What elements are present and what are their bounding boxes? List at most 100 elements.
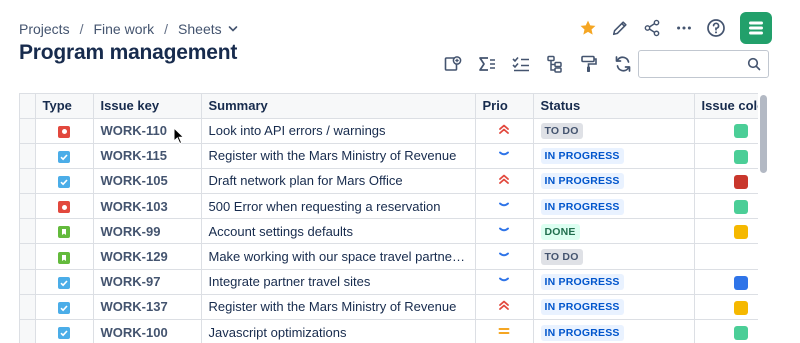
column-header-summary[interactable]: Summary xyxy=(201,94,476,119)
table-row[interactable]: WORK-105 Draft network plan for Mars Offi… xyxy=(20,168,769,195)
priority-low-icon xyxy=(497,249,511,264)
table-row[interactable]: WORK-115 Register with the Mars Ministry … xyxy=(20,143,769,169)
status-badge: IN PROGRESS xyxy=(540,324,624,341)
type-cell[interactable] xyxy=(35,168,94,195)
priority-cell[interactable] xyxy=(475,118,534,144)
row-handle[interactable] xyxy=(20,218,36,245)
issue-key-cell[interactable]: WORK-103 xyxy=(93,193,202,220)
status-cell[interactable]: TO DO xyxy=(533,243,695,270)
color-swatch xyxy=(733,325,748,340)
status-badge: IN PROGRESS xyxy=(540,173,624,190)
row-handle[interactable] xyxy=(20,294,36,321)
row-handle[interactable] xyxy=(20,193,36,220)
table-row[interactable]: WORK-99 Account settings defaults DONE xyxy=(20,218,769,245)
issue-key-cell[interactable]: WORK-137 xyxy=(93,294,202,321)
priority-cell[interactable] xyxy=(475,143,534,169)
summary-cell[interactable]: 500 Error when requesting a reservation xyxy=(201,193,476,220)
priority-cell[interactable] xyxy=(475,168,534,195)
type-cell[interactable] xyxy=(35,118,94,144)
column-header-prio[interactable]: Prio xyxy=(475,94,534,119)
table-row[interactable]: WORK-97 Integrate partner travel sites IN … xyxy=(20,269,769,295)
table-row[interactable]: WORK-110 Look into API errors / warnings T… xyxy=(20,118,769,144)
checklist-icon[interactable] xyxy=(504,50,538,78)
status-cell[interactable]: DONE xyxy=(533,218,695,245)
breadcrumb: Projects / Fine work / Sheets xyxy=(19,19,238,39)
priority-medium-icon xyxy=(497,325,511,340)
share-icon[interactable] xyxy=(636,12,668,44)
type-cell[interactable] xyxy=(35,143,94,169)
priority-low-icon xyxy=(497,224,511,239)
color-swatch xyxy=(733,275,748,290)
summary-cell[interactable]: Register with the Mars Ministry of Reven… xyxy=(201,143,476,169)
type-cell[interactable] xyxy=(35,193,94,220)
type-cell[interactable] xyxy=(35,269,94,295)
refresh-icon[interactable] xyxy=(606,50,640,78)
summary-cell[interactable]: Draft network plan for Mars Office xyxy=(201,168,476,195)
search-input[interactable] xyxy=(638,50,769,78)
status-cell[interactable]: IN PROGRESS xyxy=(533,143,695,169)
summary-cell[interactable]: Account settings defaults xyxy=(201,218,476,245)
priority-cell[interactable] xyxy=(475,294,534,321)
status-cell[interactable]: TO DO xyxy=(533,118,695,144)
issue-key-cell[interactable]: WORK-97 xyxy=(93,269,202,295)
priority-low-icon xyxy=(497,199,511,214)
breadcrumb-sheets[interactable]: Sheets xyxy=(178,21,222,37)
help-icon[interactable] xyxy=(700,12,732,44)
type-cell[interactable] xyxy=(35,319,94,343)
color-swatch xyxy=(733,225,748,240)
table-row[interactable]: WORK-103 500 Error when requesting a rese… xyxy=(20,193,769,220)
column-header-type[interactable]: Type xyxy=(35,94,94,119)
status-cell[interactable]: IN PROGRESS xyxy=(533,193,695,220)
type-cell[interactable] xyxy=(35,218,94,245)
vertical-scrollbar[interactable] xyxy=(758,93,769,343)
status-badge: IN PROGRESS xyxy=(540,198,624,215)
row-handle[interactable] xyxy=(20,118,36,144)
format-paint-icon[interactable] xyxy=(572,50,606,78)
table-row[interactable]: WORK-137 Register with the Mars Ministry … xyxy=(20,294,769,321)
sum-icon[interactable] xyxy=(470,50,504,78)
summary-cell[interactable]: Javascript optimizations xyxy=(201,319,476,343)
table-row[interactable]: WORK-129 Make working with our space trav… xyxy=(20,243,769,270)
hierarchy-icon[interactable] xyxy=(538,50,572,78)
type-cell[interactable] xyxy=(35,294,94,321)
add-card-icon[interactable] xyxy=(436,50,470,78)
chevron-down-icon[interactable] xyxy=(228,24,238,34)
star-icon[interactable] xyxy=(572,12,604,44)
status-cell[interactable]: IN PROGRESS xyxy=(533,294,695,321)
priority-cell[interactable] xyxy=(475,269,534,295)
row-handle[interactable] xyxy=(20,269,36,295)
type-cell[interactable] xyxy=(35,243,94,270)
summary-cell[interactable]: Look into API errors / warnings xyxy=(201,118,476,144)
breadcrumb-projects[interactable]: Projects xyxy=(19,21,70,37)
row-handle[interactable] xyxy=(20,143,36,169)
issue-key-cell[interactable]: WORK-129 xyxy=(93,243,202,270)
column-header-status[interactable]: Status xyxy=(533,94,695,119)
row-handle[interactable] xyxy=(20,319,36,343)
issue-key-cell[interactable]: WORK-100 xyxy=(93,319,202,343)
issue-key-cell[interactable]: WORK-99 xyxy=(93,218,202,245)
row-handle[interactable] xyxy=(20,243,36,270)
row-handle[interactable] xyxy=(20,168,36,195)
summary-cell[interactable]: Integrate partner travel sites xyxy=(201,269,476,295)
summary-cell[interactable]: Make working with our space travel partn… xyxy=(201,243,476,270)
priority-cell[interactable] xyxy=(475,319,534,343)
priority-cell[interactable] xyxy=(475,243,534,270)
status-cell[interactable]: IN PROGRESS xyxy=(533,269,695,295)
row-number-header[interactable] xyxy=(20,94,36,119)
more-icon[interactable] xyxy=(668,12,700,44)
app-logo-icon[interactable] xyxy=(740,12,772,44)
priority-cell[interactable] xyxy=(475,193,534,220)
breadcrumb-fine-work[interactable]: Fine work xyxy=(93,21,154,37)
column-header-issue-key[interactable]: Issue key xyxy=(93,94,202,119)
table-row[interactable]: WORK-100 Javascript optimizations IN PROGR… xyxy=(20,319,769,343)
issue-key-cell[interactable]: WORK-105 xyxy=(93,168,202,195)
status-cell[interactable]: IN PROGRESS xyxy=(533,168,695,195)
status-badge: TO DO xyxy=(540,123,583,140)
priority-cell[interactable] xyxy=(475,218,534,245)
pencil-icon[interactable] xyxy=(604,12,636,44)
story-icon xyxy=(58,251,70,264)
scrollbar-thumb[interactable] xyxy=(760,95,767,173)
issue-key-cell[interactable]: WORK-115 xyxy=(93,143,202,169)
status-cell[interactable]: IN PROGRESS xyxy=(533,319,695,343)
summary-cell[interactable]: Register with the Mars Ministry of Reven… xyxy=(201,294,476,321)
